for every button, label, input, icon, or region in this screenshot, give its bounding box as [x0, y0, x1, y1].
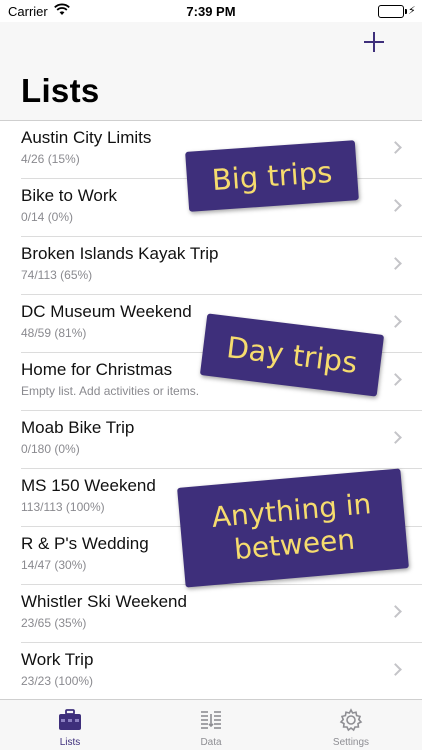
page-title: Lists — [21, 72, 100, 109]
list-progress: 23/23 (100%) — [21, 674, 94, 688]
list-row[interactable]: Broken Islands Kayak Trip 74/113 (65%) — [0, 237, 422, 295]
list-row[interactable]: Moab Bike Trip 0/180 (0%) — [0, 411, 422, 469]
tab-label: Settings — [332, 737, 370, 748]
tab-label: Data — [200, 737, 222, 748]
chevron-right-icon — [389, 431, 402, 444]
list-row[interactable]: Whistler Ski Weekend 23/65 (35%) — [0, 585, 422, 643]
add-list-button[interactable] — [362, 30, 386, 54]
chevron-right-icon — [389, 605, 402, 618]
list-title: DC Museum Weekend — [21, 302, 192, 321]
list-progress: Empty list. Add activities or items. — [21, 384, 200, 398]
tab-settings[interactable]: Settings — [281, 700, 421, 750]
navigation-bar: Lists — [0, 22, 422, 120]
battery-icon: ⚡ — [378, 5, 416, 18]
list-title: Austin City Limits — [21, 128, 152, 147]
tab-bar: Lists Data Settings — [0, 699, 422, 750]
list-title: MS 150 Weekend — [21, 476, 156, 495]
data-sort-icon — [201, 711, 221, 729]
chevron-right-icon — [389, 373, 402, 386]
list-progress: 74/113 (65%) — [21, 268, 93, 282]
list-title: R & P's Wedding — [21, 534, 149, 553]
status-bar: Carrier 7:39 PM ⚡ — [0, 0, 422, 22]
list-progress: 48/59 (81%) — [21, 326, 87, 340]
gear-icon — [339, 708, 363, 732]
list-title: Whistler Ski Weekend — [21, 592, 187, 611]
list-title: Bike to Work — [21, 186, 118, 205]
list-title: Moab Bike Trip — [21, 418, 135, 437]
chevron-right-icon — [389, 199, 402, 212]
list-title: Broken Islands Kayak Trip — [21, 244, 219, 263]
list-progress: 14/47 (30%) — [21, 558, 87, 572]
list-title: Home for Christmas — [21, 360, 173, 379]
chevron-right-icon — [389, 257, 402, 270]
chevron-right-icon — [389, 663, 402, 676]
clock: 7:39 PM — [186, 4, 236, 19]
callout-big-trips: Big trips — [185, 140, 359, 212]
briefcase-icon — [59, 709, 81, 730]
list-row[interactable]: Work Trip 23/23 (100%) — [0, 643, 422, 701]
list-title: Work Trip — [21, 650, 94, 669]
tab-data[interactable]: Data — [141, 700, 281, 750]
tab-label: Lists — [59, 737, 81, 748]
list-progress: 23/65 (35%) — [21, 616, 87, 630]
callout-text: Day trips — [224, 330, 360, 380]
chevron-right-icon — [389, 315, 402, 328]
callout-anything-in-between: Anything in between — [177, 468, 409, 588]
callout-text: Big trips — [210, 154, 334, 198]
list-progress: 113/113 (100%) — [21, 500, 105, 514]
list-progress: 0/180 (0%) — [21, 442, 80, 456]
list-progress: 0/14 (0%) — [21, 210, 74, 224]
tab-lists[interactable]: Lists — [0, 700, 140, 750]
list-progress: 4/26 (15%) — [21, 152, 80, 166]
chevron-right-icon — [389, 141, 402, 154]
